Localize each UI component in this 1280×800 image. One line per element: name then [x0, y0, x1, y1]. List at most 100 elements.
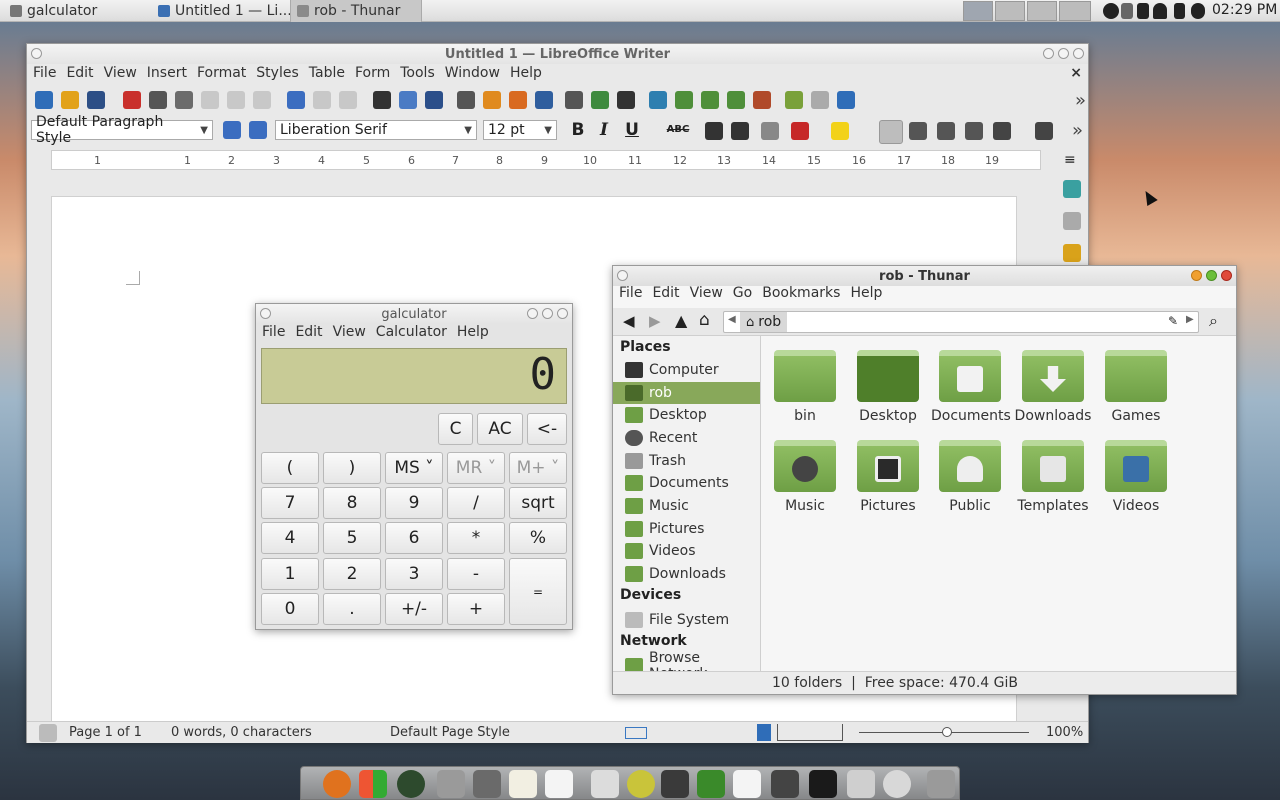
sidebar-navigator-icon[interactable] [1063, 244, 1081, 262]
folder-item[interactable]: Templates [1014, 440, 1092, 514]
bold-button[interactable]: B [567, 120, 589, 140]
task-thunar[interactable]: rob - Thunar [290, 0, 422, 22]
folder-item[interactable]: Games [1097, 350, 1175, 424]
new-style-icon[interactable] [249, 121, 267, 139]
footnote-icon[interactable] [675, 91, 693, 109]
workspace-1[interactable] [963, 1, 993, 21]
forward-icon[interactable]: ▶ [649, 312, 661, 330]
place-downloads[interactable]: Downloads [613, 563, 760, 585]
calc-menu-edit[interactable]: Edit [290, 324, 327, 340]
trash-icon[interactable] [927, 770, 955, 798]
workspace-3[interactable] [1027, 1, 1057, 21]
place-recent[interactable]: Recent [613, 427, 760, 449]
folder-item[interactable]: bin [766, 350, 844, 424]
selection-mode-icon[interactable] [625, 727, 647, 739]
battery-icon[interactable] [1174, 3, 1185, 19]
paste-icon[interactable] [253, 91, 271, 109]
place-documents[interactable]: Documents [613, 472, 760, 494]
copy-icon[interactable] [227, 91, 245, 109]
globe-icon[interactable] [397, 770, 425, 798]
workspace-2[interactable] [995, 1, 1025, 21]
more-toolbar-icon[interactable]: » [1075, 90, 1086, 111]
maximize-button[interactable] [1058, 48, 1069, 59]
zoom-level[interactable]: 100% [1046, 725, 1083, 740]
insert-field-icon[interactable] [591, 91, 609, 109]
digit-4-button[interactable]: 4 [261, 522, 319, 554]
sqrt-button[interactable]: sqrt [509, 487, 567, 519]
folder-item[interactable]: Videos [1097, 440, 1175, 514]
thunar-menu-help[interactable]: Help [845, 285, 887, 301]
font-size-select[interactable]: 12 pt ▼ [483, 120, 557, 140]
backspace-button[interactable]: <- [527, 413, 567, 445]
thunar-menu-edit[interactable]: Edit [647, 285, 684, 301]
open-paren-button[interactable]: ( [261, 452, 319, 484]
menu-format[interactable]: Format [192, 65, 251, 81]
place-desktop[interactable]: Desktop [613, 404, 760, 426]
memory-add-button[interactable]: M+ ˅ [509, 452, 567, 484]
folder-item[interactable]: Public [931, 440, 1009, 514]
plus-button[interactable]: + [447, 593, 505, 625]
calc-menu-view[interactable]: View [328, 324, 371, 340]
task-galculator[interactable]: galculator [4, 0, 152, 22]
maximize-button[interactable] [542, 308, 553, 319]
memory-store-button[interactable]: MS ˅ [385, 452, 443, 484]
search-icon[interactable]: ⌕ [1209, 311, 1218, 331]
window-menu-icon[interactable] [617, 270, 628, 281]
open-icon[interactable] [61, 91, 79, 109]
page-break-icon[interactable] [565, 91, 583, 109]
page-count[interactable]: Page 1 of 1 [69, 725, 142, 740]
clone-formatting-icon[interactable] [287, 91, 305, 109]
bluetooth-icon[interactable] [1137, 3, 1149, 19]
firefox-icon[interactable] [323, 770, 351, 798]
zoom-handle[interactable] [942, 727, 952, 737]
up-icon[interactable]: ▲ [675, 311, 687, 330]
bullet-list-icon[interactable] [993, 122, 1011, 140]
close-button[interactable] [1073, 48, 1084, 59]
menu-insert[interactable]: Insert [142, 65, 192, 81]
calc-menu-help[interactable]: Help [452, 324, 494, 340]
paragraph-style-select[interactable]: Default Paragraph Style ▼ [31, 114, 213, 146]
sign-toggle-button[interactable]: +/- [385, 593, 443, 625]
place-music[interactable]: Music [613, 495, 760, 517]
minecraft-icon[interactable] [697, 770, 725, 798]
thunar-menu-file[interactable]: File [614, 285, 647, 301]
redo-icon[interactable] [339, 91, 357, 109]
cross-reference-icon[interactable] [753, 91, 771, 109]
window-menu-icon[interactable] [31, 48, 42, 59]
find-replace-icon[interactable] [373, 91, 391, 109]
shrink-font-icon[interactable] [731, 122, 749, 140]
place-pictures[interactable]: Pictures [613, 518, 760, 540]
minus-button[interactable]: - [447, 558, 505, 590]
path-left-icon[interactable]: ◀ [728, 314, 736, 325]
games-icon[interactable] [591, 770, 619, 798]
align-center-icon[interactable] [909, 122, 927, 140]
cards-icon[interactable] [733, 770, 761, 798]
signal-icon[interactable] [1121, 3, 1133, 19]
place-videos[interactable]: Videos [613, 540, 760, 562]
path-right-icon[interactable]: ▶ [1186, 314, 1194, 325]
memory-recall-button[interactable]: MR ˅ [447, 452, 505, 484]
save-icon[interactable] [87, 91, 105, 109]
numbered-list-icon[interactable] [1035, 122, 1053, 140]
insert-table-icon[interactable] [457, 91, 475, 109]
more-formatting-icon[interactable]: » [1072, 120, 1083, 141]
sidebar-styles-icon[interactable] [1063, 180, 1081, 198]
divide-button[interactable]: / [447, 487, 505, 519]
insert-image-icon[interactable] [483, 91, 501, 109]
bell-icon[interactable] [1153, 3, 1167, 19]
place-trash[interactable]: Trash [613, 450, 760, 472]
align-left-icon[interactable] [879, 120, 903, 144]
underline-button[interactable]: U [621, 120, 643, 140]
digit-9-button[interactable]: 9 [385, 487, 443, 519]
percent-button[interactable]: % [509, 522, 567, 554]
page-style[interactable]: Default Page Style [390, 725, 510, 740]
workspace-4[interactable] [1059, 1, 1091, 21]
clear-button[interactable]: C [438, 413, 473, 445]
font-color-icon[interactable] [791, 122, 809, 140]
menu-table[interactable]: Table [304, 65, 350, 81]
cut-icon[interactable] [201, 91, 219, 109]
digit-7-button[interactable]: 7 [261, 487, 319, 519]
menu-window[interactable]: Window [440, 65, 505, 81]
menu-edit[interactable]: Edit [61, 65, 98, 81]
sidebar-menu-icon[interactable]: ≡ [1064, 152, 1076, 168]
